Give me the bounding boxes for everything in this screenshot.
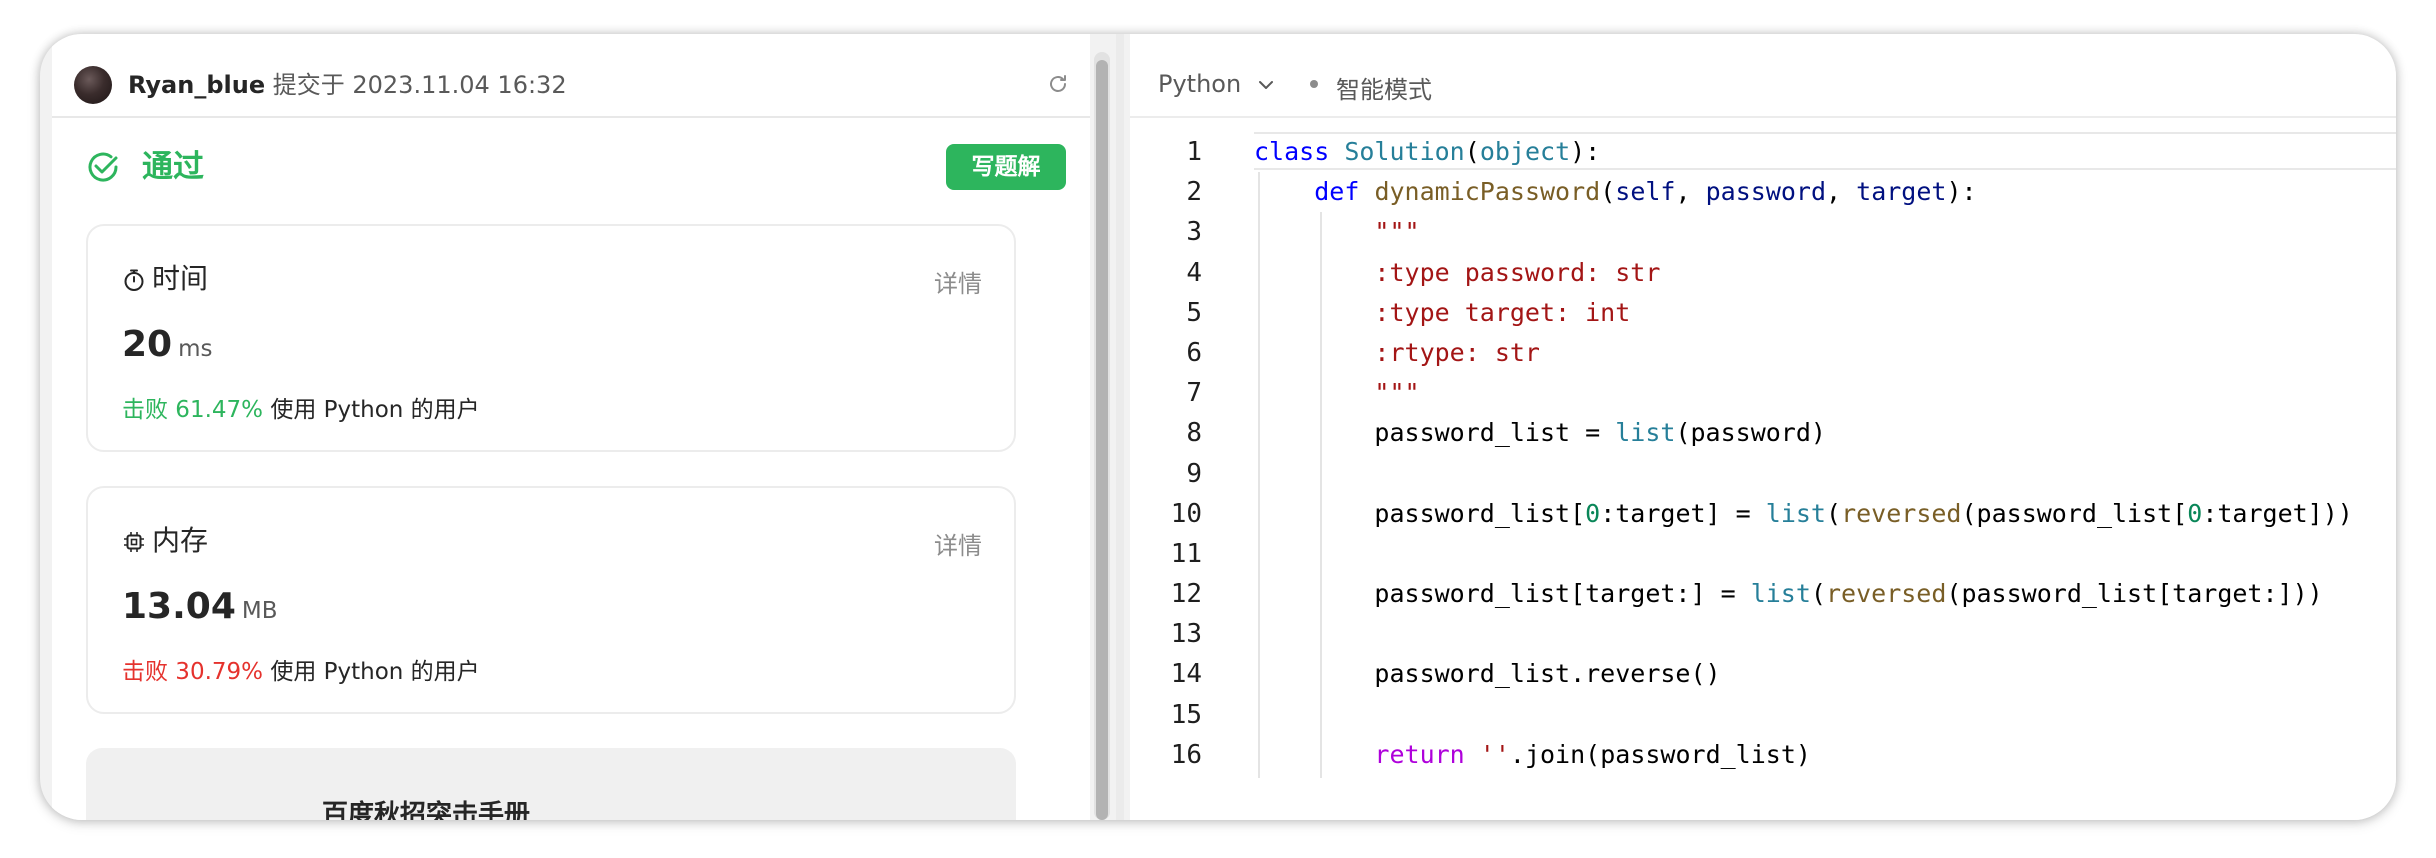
code-line[interactable]: password_list[0:target] = list(reversed(… <box>1254 494 2352 534</box>
memory-value: 13.04 <box>122 586 236 627</box>
code-line[interactable] <box>1254 534 2353 574</box>
memory-detail-link[interactable]: 详情 <box>934 526 982 561</box>
code-line[interactable]: """ <box>1254 212 2353 252</box>
chevron-right-icon: › <box>977 818 986 820</box>
line-number: 13 <box>1170 619 1202 650</box>
runtime-unit: ms <box>178 336 213 362</box>
check-circle-icon <box>88 152 118 182</box>
code-line[interactable] <box>1254 614 2353 654</box>
line-number: 14 <box>1170 659 1202 690</box>
code-line[interactable]: :rtype: str <box>1254 333 2353 373</box>
left-scrollbar-thumb[interactable] <box>1096 60 1108 820</box>
line-number-gutter: 1 2 3 4 5 6 7 8 9 10 11 12 13 14 15 16 <box>1130 132 1202 775</box>
memory-beat-suffix: 使用 Python 的用户 <box>270 659 480 685</box>
chip-icon <box>124 532 144 552</box>
line-number: 16 <box>1170 739 1202 770</box>
line-number: 11 <box>1170 538 1202 569</box>
line-number: 12 <box>1170 579 1202 610</box>
mode-dot-icon <box>1310 80 1318 88</box>
submission-time: 提交于 2023.11.04 16:32 <box>272 71 567 99</box>
memory-title: 内存 <box>152 524 209 557</box>
language-label: Python <box>1158 70 1242 98</box>
line-number: 3 <box>1186 217 1202 248</box>
editor-toolbar: Python 智能模式 <box>1130 34 2396 118</box>
user-name[interactable]: Ryan_blue <box>128 71 265 99</box>
refresh-icon[interactable] <box>1046 72 1070 96</box>
promo-title: 百度秋招突击手册 <box>322 800 531 820</box>
code-line[interactable]: """ <box>1254 373 2353 413</box>
line-number: 9 <box>1186 458 1202 489</box>
editor-mode[interactable]: 智能模式 <box>1336 70 1432 105</box>
code-area[interactable]: 1 2 3 4 5 6 7 8 9 10 11 12 13 14 15 16 class Solution(o… <box>1130 132 2396 820</box>
memory-beat-percent: 击败 30.79% <box>122 659 264 685</box>
line-number: 8 <box>1186 418 1202 449</box>
chevron-down-icon <box>1258 81 1273 89</box>
code-line[interactable]: password_list = list(password) <box>1254 413 2353 453</box>
runtime-beat: 击败 61.47% 使用 Python 的用户 <box>122 390 480 424</box>
result-status: 通过 <box>142 149 204 185</box>
memory-card: 内存 详情 13.04 MB 击败 30.79% 使用 Python 的用户 <box>86 486 1016 714</box>
write-solution-button[interactable]: 写题解 <box>946 144 1066 190</box>
line-number: 1 <box>1186 137 1202 167</box>
submission-info: Ryan_blue 提交于 2023.11.04 16:32 <box>128 70 567 100</box>
code-line[interactable]: :type password: str <box>1254 253 2353 293</box>
code-line[interactable]: class Solution(object): <box>1254 132 2353 172</box>
runtime-title: 时间 <box>152 262 209 295</box>
panel-resize-handle[interactable] <box>1116 34 1124 820</box>
runtime-stat: 20 ms <box>122 324 213 365</box>
line-number: 5 <box>1186 297 1202 328</box>
code-line[interactable]: password_list[target:] = list(reversed(p… <box>1254 574 2353 614</box>
app-window: Ryan_blue 提交于 2023.11.04 16:32 通过 写题解 时间… <box>40 34 2396 820</box>
memory-beat: 击败 30.79% 使用 Python 的用户 <box>122 652 480 686</box>
code-content[interactable]: class Solution(object): def dynamicPassw… <box>1254 132 2353 775</box>
avatar[interactable] <box>74 66 112 104</box>
code-editor-panel: Python 智能模式 1 2 3 4 5 6 7 8 9 10 11 12 13 14 15 16 clas… <box>1130 34 2396 820</box>
code-line[interactable] <box>1254 454 2353 494</box>
line-number: 15 <box>1170 699 1202 730</box>
memory-stat: 13.04 MB <box>122 586 278 627</box>
line-number: 4 <box>1186 257 1202 288</box>
memory-unit: MB <box>241 598 278 624</box>
promo-card[interactable]: 百度秋招突击手册 › <box>86 748 1016 820</box>
code-line[interactable] <box>1254 695 2353 735</box>
runtime-value: 20 <box>122 324 173 365</box>
code-line[interactable]: def dynamicPassword(self, password, targ… <box>1254 172 2353 212</box>
language-select[interactable]: Python <box>1158 70 1275 98</box>
line-number: 10 <box>1170 498 1202 529</box>
runtime-detail-link[interactable]: 详情 <box>934 264 982 299</box>
code-line[interactable]: return ''.join(password_list) <box>1254 735 2353 775</box>
submission-header: Ryan_blue 提交于 2023.11.04 16:32 <box>52 34 1090 118</box>
runtime-beat-percent: 击败 61.47% <box>122 397 264 423</box>
code-line[interactable]: :type target: int <box>1254 293 2353 333</box>
runtime-card: 时间 详情 20 ms 击败 61.47% 使用 Python 的用户 <box>86 224 1016 452</box>
line-number: 2 <box>1186 177 1202 208</box>
code-line[interactable]: password_list.reverse() <box>1254 654 2353 694</box>
runtime-beat-suffix: 使用 Python 的用户 <box>270 397 480 423</box>
result-row: 通过 写题解 <box>52 144 1090 204</box>
line-number: 7 <box>1186 378 1202 409</box>
line-number: 6 <box>1186 337 1202 368</box>
submission-result-panel: Ryan_blue 提交于 2023.11.04 16:32 通过 写题解 时间… <box>52 34 1090 820</box>
stopwatch-icon <box>124 269 144 291</box>
